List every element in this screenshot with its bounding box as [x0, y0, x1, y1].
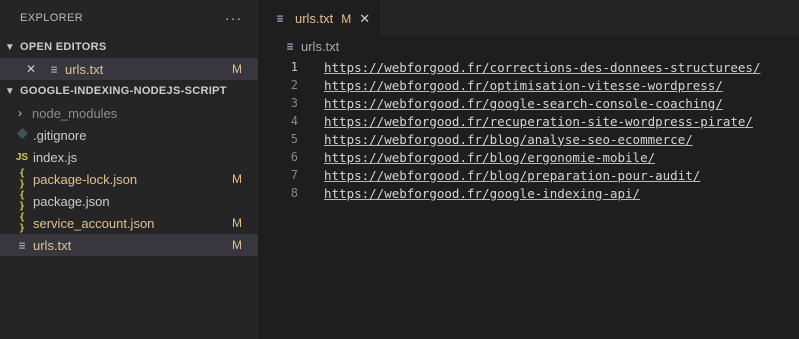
modified-badge: M	[232, 216, 242, 230]
code-editor[interactable]: 1 https://webforgood.fr/corrections-des-d…	[258, 57, 799, 202]
url-link[interactable]: https://webforgood.fr/optimisation-vites…	[324, 78, 723, 93]
code-line[interactable]: 6 https://webforgood.fr/blog/ergonomie-mo…	[258, 148, 799, 166]
tree-item-label: .gitignore	[33, 127, 87, 143]
text-file-icon: ≡	[286, 39, 294, 53]
modified-badge: M	[232, 238, 242, 252]
json-file-icon: { }	[18, 168, 26, 190]
json-file-icon: { }	[18, 190, 26, 212]
tree-item-package-lock-json[interactable]: { } package-lock.json M	[0, 168, 258, 190]
tree-item-gitignore[interactable]: .gitignore	[0, 124, 258, 146]
line-number: 8	[290, 186, 298, 200]
code-line[interactable]: 8 https://webforgood.fr/google-indexing-a…	[258, 184, 799, 202]
line-number: 2	[290, 78, 298, 92]
tab-label: urls.txt	[295, 11, 334, 26]
tree-item-label: index.js	[33, 149, 78, 165]
line-number: 6	[290, 150, 298, 164]
url-link[interactable]: https://webforgood.fr/google-indexing-ap…	[324, 186, 640, 201]
tree-item-label: node_modules	[32, 105, 118, 121]
url-link[interactable]: https://webforgood.fr/blog/analyse-seo-e…	[324, 132, 693, 147]
url-link[interactable]: https://webforgood.fr/corrections-des-do…	[324, 60, 761, 75]
code-line[interactable]: 3 https://webforgood.fr/google-search-con…	[258, 94, 799, 112]
modified-badge: M	[232, 62, 242, 76]
tab-bar: ≡ urls.txt M ✕	[258, 0, 799, 36]
chevron-down-icon: ▼	[4, 85, 16, 97]
url-link[interactable]: https://webforgood.fr/blog/preparation-p…	[324, 168, 700, 183]
line-number: 7	[290, 168, 298, 182]
breadcrumb[interactable]: ≡ urls.txt	[258, 35, 799, 57]
url-link[interactable]: https://webforgood.fr/recuperation-site-…	[324, 114, 753, 129]
code-line[interactable]: 4 https://webforgood.fr/recuperation-site…	[258, 112, 799, 130]
text-file-icon: ≡	[18, 238, 26, 252]
explorer-sidebar: EXPLORER ··· ▼ OPEN EDITORS ✕ ≡ urls.txt…	[0, 0, 258, 339]
tree-item-index-js[interactable]: JS index.js	[0, 146, 258, 168]
open-editor-item-urls[interactable]: ✕ ≡ urls.txt M	[0, 58, 258, 80]
tree-item-node-modules[interactable]: › node_modules	[0, 102, 258, 124]
explorer-title: EXPLORER	[20, 12, 84, 24]
tab-urls-txt[interactable]: ≡ urls.txt M ✕	[258, 0, 381, 36]
tree-item-label: package.json	[33, 193, 110, 209]
tree-item-package-json[interactable]: { } package.json	[0, 190, 258, 212]
more-actions-icon[interactable]: ···	[225, 10, 242, 26]
text-file-icon: ≡	[276, 12, 284, 25]
tree-item-label: service_account.json	[33, 215, 155, 231]
modified-badge: M	[232, 172, 242, 186]
open-editors-header[interactable]: ▼ OPEN EDITORS	[0, 36, 258, 58]
text-file-icon: ≡	[50, 62, 58, 76]
code-line[interactable]: 5 https://webforgood.fr/blog/analyse-seo-…	[258, 130, 799, 148]
line-number: 3	[290, 96, 298, 110]
code-line[interactable]: 2 https://webforgood.fr/optimisation-vite…	[258, 76, 799, 94]
line-number: 4	[290, 114, 298, 128]
explorer-header: EXPLORER ···	[0, 0, 258, 36]
line-number: 5	[290, 132, 298, 146]
tree-item-label: urls.txt	[33, 237, 72, 253]
javascript-file-icon: JS	[15, 151, 29, 163]
tree-item-label: package-lock.json	[33, 171, 138, 187]
code-line[interactable]: 1 https://webforgood.fr/corrections-des-d…	[258, 58, 799, 76]
url-link[interactable]: https://webforgood.fr/google-search-cons…	[324, 96, 723, 111]
open-editor-label: urls.txt	[65, 61, 104, 77]
tree-item-service-account-json[interactable]: { } service_account.json M	[0, 212, 258, 234]
modified-badge: M	[341, 11, 352, 26]
chevron-down-icon: ▼	[4, 41, 16, 53]
project-folder-title: GOOGLE-INDEXING-NODEJS-SCRIPT	[20, 85, 227, 97]
git-icon	[14, 128, 30, 142]
chevron-right-icon: ›	[18, 106, 22, 120]
line-number: 1	[290, 60, 298, 74]
open-editors-title: OPEN EDITORS	[20, 41, 107, 53]
json-file-icon: { }	[18, 212, 26, 234]
url-link[interactable]: https://webforgood.fr/blog/ergonomie-mob…	[324, 150, 655, 165]
close-icon[interactable]: ✕	[359, 11, 370, 27]
code-line[interactable]: 7 https://webforgood.fr/blog/preparation-…	[258, 166, 799, 184]
editor-area: ≡ urls.txt M ✕ ≡ urls.txt 1 https://webfo…	[258, 0, 799, 339]
breadcrumb-label: urls.txt	[301, 38, 340, 54]
project-folder-header[interactable]: ▼ GOOGLE-INDEXING-NODEJS-SCRIPT	[0, 80, 258, 102]
tree-item-urls-txt[interactable]: ≡ urls.txt M	[0, 234, 258, 256]
close-icon[interactable]: ✕	[26, 62, 46, 76]
